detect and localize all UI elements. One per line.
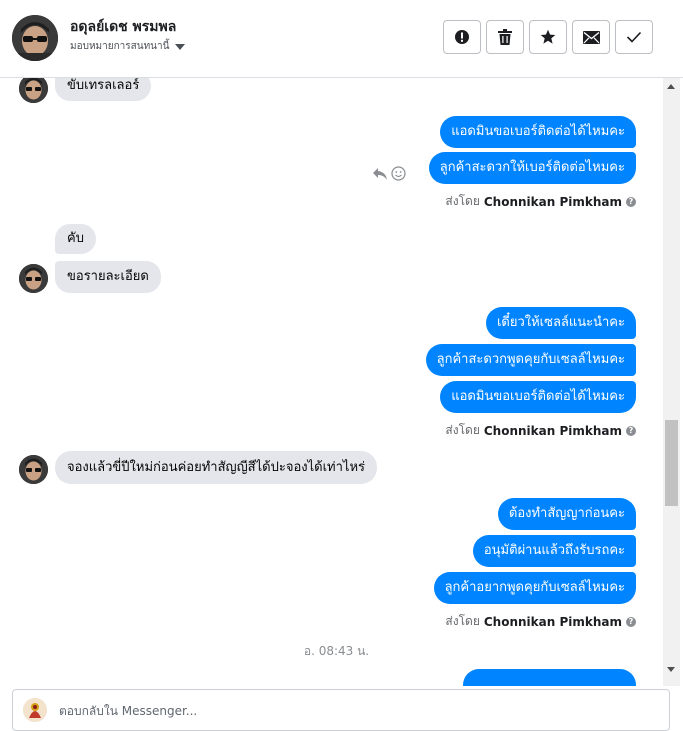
- info-icon[interactable]: ?: [626, 425, 636, 436]
- emoji-react-icon[interactable]: [391, 166, 406, 181]
- sent-by-label: ส่งโดย: [445, 614, 480, 628]
- contact-avatar[interactable]: [12, 15, 58, 61]
- incoming-message[interactable]: จองแล้วขี่ปีใหม่ก่อนค่อยทำสัญญีสีได้ปะจอ…: [55, 451, 377, 484]
- assign-label: มอบหมายการสนทนานี้: [70, 41, 170, 52]
- check-icon: [626, 31, 642, 43]
- contact-avatar-small: [19, 264, 48, 293]
- sender-name: Chonnikan Pimkham: [483, 423, 622, 438]
- outgoing-message[interactable]: อนุมัติผ่านแล้วถึงรับรถคะ: [472, 535, 636, 567]
- outgoing-message[interactable]: ต้องทำสัญญาก่อนคะ: [497, 498, 636, 530]
- page-avatar: [23, 698, 47, 722]
- header-actions: [443, 20, 653, 54]
- scrollbar[interactable]: [663, 78, 680, 686]
- alert-icon: [455, 30, 469, 44]
- sender-name: Chonnikan Pimkham: [483, 194, 622, 209]
- envelope-icon: [582, 30, 600, 44]
- timestamp: อ. 08:43 น.: [303, 644, 370, 658]
- contact-avatar-small: [19, 455, 48, 484]
- message-thread[interactable]: ขับเทรลเลอร์ แอดมินขอเบอร์ติดต่อได้ไหมคะ…: [0, 78, 663, 686]
- message-actions: [372, 166, 406, 181]
- outgoing-message[interactable]: เดี๋ยวให้เซลล์แนะนำคะ: [485, 307, 636, 339]
- mark-done-button[interactable]: [615, 20, 653, 54]
- contact-avatar-small: [19, 78, 48, 103]
- outgoing-message[interactable]: ลูกค้าสะดวกให้เบอร์ติดต่อไหมคะ: [428, 152, 636, 184]
- conversation-header: อดุลย์เดช พรมพล มอบหมายการสนทนานี้: [0, 0, 683, 78]
- outgoing-message[interactable]: ลูกค้าสะดวกพูดคุยกับเซลล์ไหมคะ: [425, 344, 636, 376]
- scroll-up-icon[interactable]: [667, 84, 675, 89]
- star-icon: [540, 29, 556, 44]
- report-spam-button[interactable]: [443, 20, 481, 54]
- outgoing-message[interactable]: แอดมินขอเบอร์ติดต่อได้ไหมคะ: [440, 116, 636, 148]
- assign-conversation-dropdown[interactable]: มอบหมายการสนทนานี้: [70, 39, 186, 54]
- sent-by-label: ส่งโดย: [445, 194, 480, 208]
- trash-icon: [498, 29, 512, 45]
- incoming-message[interactable]: ขับเทรลเลอร์: [55, 78, 152, 101]
- sender-name: Chonnikan Pimkham: [483, 614, 622, 629]
- reply-composer: [12, 689, 670, 731]
- outgoing-message-partial[interactable]: [463, 669, 636, 686]
- info-icon[interactable]: ?: [626, 616, 636, 627]
- mark-unread-button[interactable]: [572, 20, 610, 54]
- incoming-message[interactable]: ขอรายละเอียด: [55, 261, 161, 293]
- scroll-down-icon[interactable]: [667, 667, 675, 672]
- star-button[interactable]: [529, 20, 567, 54]
- contact-name[interactable]: อดุลย์เดช พรมพล: [70, 16, 176, 38]
- reply-input[interactable]: [57, 700, 617, 722]
- info-icon[interactable]: ?: [626, 196, 636, 207]
- reply-icon[interactable]: [372, 167, 388, 181]
- delete-button[interactable]: [486, 20, 524, 54]
- sent-by-label: ส่งโดย: [445, 423, 480, 437]
- sent-by-line: ส่งโดย Chonnikan Pimkham ?: [445, 612, 636, 631]
- outgoing-message[interactable]: แอดมินขอเบอร์ติดต่อได้ไหมคะ: [440, 381, 636, 413]
- sent-by-line: ส่งโดย Chonnikan Pimkham ?: [445, 421, 636, 440]
- scroll-thumb[interactable]: [665, 420, 678, 506]
- outgoing-message[interactable]: ลูกค้าอยากพูดคุยกับเซลล์ไหมคะ: [433, 572, 636, 604]
- chevron-down-icon: [175, 43, 186, 50]
- incoming-message[interactable]: คับ: [55, 224, 96, 254]
- sent-by-line: ส่งโดย Chonnikan Pimkham ?: [445, 192, 636, 211]
